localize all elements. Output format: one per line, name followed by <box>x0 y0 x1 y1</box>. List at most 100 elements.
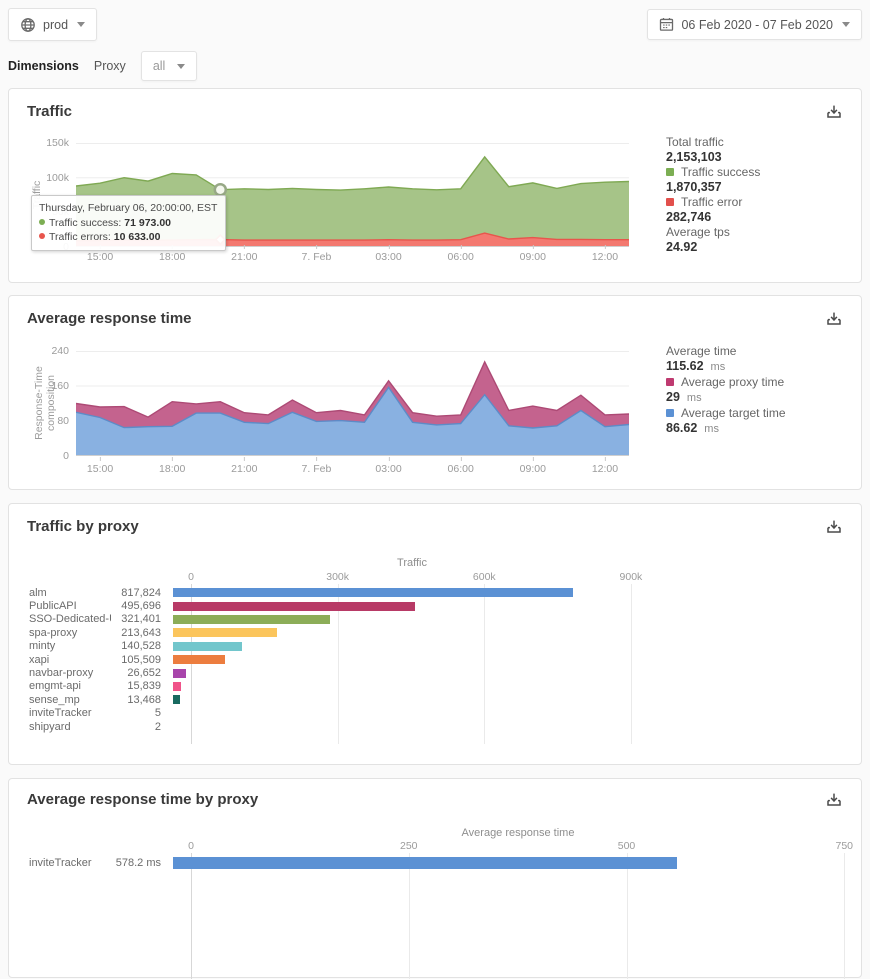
stat-value: 29ms <box>666 390 856 406</box>
traffic-by-proxy-card: Traffic by proxy Traffic 0300k600k900k a… <box>8 503 862 765</box>
bar-row-label: alm <box>9 587 111 599</box>
tooltip-value: 71 973.00 <box>124 217 171 229</box>
x-tick-label: 21:00 <box>231 251 257 263</box>
chart-tooltip: Thursday, February 06, 20:00:00, EST Tra… <box>31 195 226 251</box>
success-swatch <box>666 168 674 176</box>
bar-track <box>173 628 863 637</box>
gridlines <box>9 853 863 979</box>
download-icon <box>825 518 843 536</box>
bar-track <box>173 682 863 691</box>
bar-row-navbar-proxy: navbar-proxy26,652 <box>9 666 863 679</box>
download-button[interactable] <box>823 790 845 812</box>
bar-row-xapi: xapi105,509 <box>9 653 863 666</box>
bar-row-label: inviteTracker <box>9 707 111 719</box>
x-tick-label: 0 <box>188 840 194 852</box>
errors-dot <box>39 233 45 239</box>
avg-response-time-chart[interactable] <box>76 351 629 456</box>
traffic-card: Traffic 150k 100k 50k 0 Traffic 15:0018:… <box>8 88 862 283</box>
chevron-down-icon <box>77 22 85 27</box>
bar[interactable] <box>173 695 180 704</box>
bar[interactable] <box>173 655 225 664</box>
bar-track <box>173 642 863 651</box>
bar-row-minty: minty140,528 <box>9 640 863 653</box>
bar-track <box>173 588 863 597</box>
bar[interactable] <box>173 615 330 624</box>
date-range-selector[interactable]: 06 Feb 2020 - 07 Feb 2020 <box>647 9 862 40</box>
bar[interactable] <box>173 642 242 651</box>
tooltip-title: Thursday, February 06, 20:00:00, EST <box>39 201 217 215</box>
dimension-proxy-label: Proxy <box>94 59 126 73</box>
stat-value: 24.92 <box>666 240 856 255</box>
gridline <box>627 853 628 979</box>
stat-label: Average time <box>666 344 856 359</box>
art-stats: Average time 115.62ms Average proxy time… <box>666 344 856 437</box>
download-button[interactable] <box>823 309 845 331</box>
target-time-swatch <box>666 409 674 417</box>
bar-row-label: xapi <box>9 654 111 666</box>
x-tick-label: 15:00 <box>87 251 113 263</box>
legend-traffic-error: Traffic error <box>666 195 856 210</box>
bar-row-PublicAPI: PublicAPI495,696 <box>9 599 863 612</box>
bar-row-label: PublicAPI <box>9 600 111 612</box>
card-title: Traffic <box>27 103 72 120</box>
bar[interactable] <box>173 682 181 691</box>
download-button[interactable] <box>823 102 845 124</box>
success-dot <box>39 219 45 225</box>
bar-row-value: 140,528 <box>111 640 161 652</box>
bar-row-value: 2 <box>111 721 161 733</box>
y-axis-title: Response-Time composition <box>33 338 57 468</box>
x-axis-title: Average response time <box>191 827 845 839</box>
bar[interactable] <box>173 602 415 611</box>
dimension-value: all <box>153 59 166 73</box>
x-tick-label: 12:00 <box>592 251 618 263</box>
card-title: Average response time by proxy <box>27 791 258 808</box>
bar-row-label: navbar-proxy <box>9 667 111 679</box>
chevron-down-icon <box>842 22 850 27</box>
x-tick-label: 300k <box>326 571 349 583</box>
environment-name: prod <box>43 18 68 32</box>
bar-row-label: emgmt-api <box>9 680 111 692</box>
bar[interactable] <box>173 669 186 678</box>
dimension-value-select[interactable]: all <box>141 51 198 81</box>
bar-row-label: spa-proxy <box>9 627 111 639</box>
y-tick-label: 150k <box>9 136 69 150</box>
bar-row-value: 5 <box>111 707 161 719</box>
x-tick-label: 03:00 <box>375 463 401 475</box>
error-swatch <box>666 198 674 206</box>
bar-row-label: SSO-Dedicated-UG... <box>9 613 111 625</box>
bar-row-shipyard: shipyard2 <box>9 720 863 733</box>
x-axis: 15:0018:0021:007. Feb03:0006:0009:0012:0… <box>76 459 629 473</box>
bar-row-value: 105,509 <box>111 654 161 666</box>
x-axis-ticks: 0250500750 <box>9 840 863 852</box>
x-tick-label: 7. Feb <box>302 463 332 475</box>
gridline <box>844 853 845 979</box>
bar-track <box>173 615 863 624</box>
bar-row-SSO-Dedicated-UG...: SSO-Dedicated-UG...321,401 <box>9 613 863 626</box>
x-tick-label: 03:00 <box>375 251 401 263</box>
legend-target-time: Average target time <box>666 406 856 421</box>
x-tick-label: 09:00 <box>520 463 546 475</box>
bar[interactable] <box>173 588 573 597</box>
bar[interactable] <box>173 857 677 869</box>
bar-row-value: 321,401 <box>111 613 161 625</box>
proxy-bar-list: alm817,824PublicAPI495,696SSO-Dedicated-… <box>9 586 863 733</box>
x-tick-label: 500 <box>618 840 636 852</box>
legend-proxy-time: Average proxy time <box>666 375 856 390</box>
bar-row-value: 13,468 <box>111 694 161 706</box>
bar-row-label: inviteTracker <box>9 857 111 869</box>
bar-track <box>173 722 863 731</box>
download-button[interactable] <box>823 517 845 539</box>
download-icon <box>825 310 843 328</box>
avg-response-time-card: Average response time 240 160 80 0 Respo… <box>8 295 862 490</box>
x-tick-label: 250 <box>400 840 418 852</box>
bar-track <box>173 655 863 664</box>
download-icon <box>825 791 843 809</box>
bar-row-spa-proxy: spa-proxy213,643 <box>9 626 863 639</box>
bar[interactable] <box>173 628 277 637</box>
calendar-icon <box>659 17 674 32</box>
bar-track <box>173 857 863 869</box>
bar-row-inviteTracker: inviteTracker578.2 ms <box>9 855 863 871</box>
environment-selector[interactable]: prod <box>8 8 97 41</box>
bar-row-alm: alm817,824 <box>9 586 863 599</box>
bar-track <box>173 695 863 704</box>
